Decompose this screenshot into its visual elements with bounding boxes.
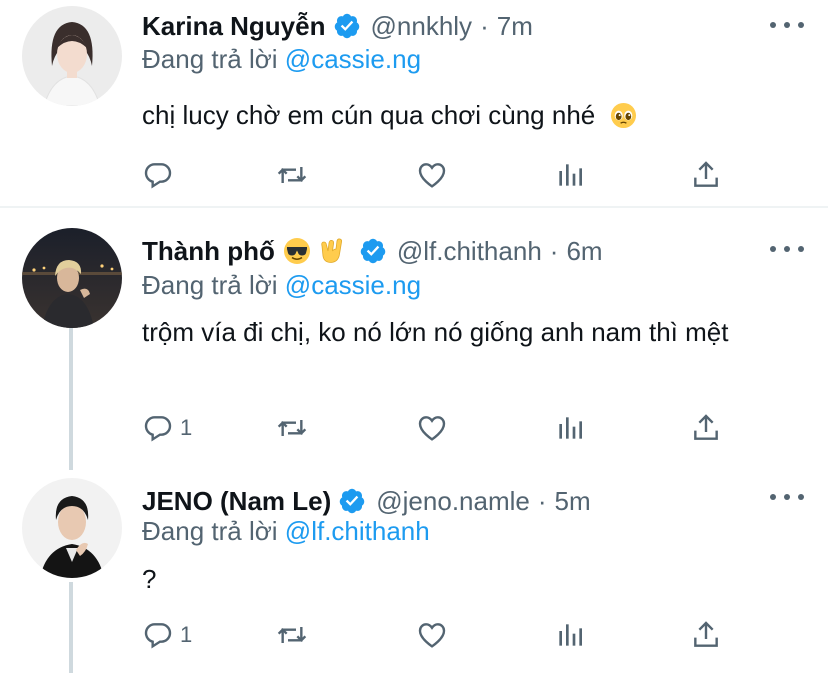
tweet-text: ? [142,564,157,594]
share-icon [694,161,718,187]
more-options-icon[interactable] [770,492,804,502]
reply-button[interactable] [142,157,174,193]
share-icon [694,621,718,647]
separator-dot: · [537,485,547,516]
like-icon [418,623,446,648]
tweet-karina[interactable]: Karina Nguyễn @nnkhly · 7m Đang trả lời … [0,0,828,205]
retweet-button[interactable] [276,157,308,193]
separator-dot: · [480,10,489,41]
reply-icon [144,163,172,189]
verified-badge-icon [340,488,365,514]
replying-to-label: Đang trả lời [142,44,278,74]
reply-count: 1 [180,415,193,440]
like-icon [418,416,446,441]
sunglasses-face-emoji [283,238,310,264]
replying-to: Đang trả lời @lf.chithanh [142,516,430,547]
tweet-text: trộm vía đi chị, ko nó lớn nó giống anh … [142,317,729,347]
analytics-button[interactable] [554,157,586,193]
replying-to-label: Đang trả lời [142,270,278,300]
divider [0,206,828,208]
mention-link[interactable]: @cassie.ng [285,44,421,74]
like-icon [418,163,446,188]
replying-to-label: Đang trả lời [142,516,278,546]
timestamp[interactable]: 5m [555,486,591,517]
verified-badge-icon [360,238,386,264]
tweet-text: chị lucy chờ em cún qua chơi cùng nhé [142,96,782,134]
reply-button[interactable]: 1 [142,617,192,653]
share-button[interactable] [690,410,722,446]
retweet-icon [277,420,307,436]
avatar[interactable] [22,6,122,106]
like-button[interactable] [416,157,448,193]
display-name[interactable]: Thành phố [142,236,275,267]
tweet-header: Karina Nguyễn @nnkhly · 7m [142,6,533,46]
mention-link[interactable]: @lf.chithanh [285,516,430,546]
reply-button[interactable]: 1 [142,410,192,446]
more-options-icon[interactable] [770,244,804,254]
analytics-icon [559,417,582,439]
retweet-icon [277,167,307,183]
timestamp[interactable]: 6m [566,236,602,267]
user-handle[interactable]: @jeno.namle [376,486,530,517]
tweet-actions: 1 [142,410,742,446]
tweet-jeno[interactable]: JENO (Nam Le) @jeno.namle · 5m Đang trả … [0,478,828,673]
tweet-header: JENO (Nam Le) @jeno.namle · 5m [142,481,591,521]
retweet-button[interactable] [276,617,308,653]
analytics-icon [559,164,582,186]
avatar[interactable] [22,228,122,328]
tweet-thanh-pho[interactable]: Thành phố @lf.chithanh · 6m Đang trả lời… [0,228,828,468]
rock-hand-emoji [321,238,342,263]
display-name[interactable]: Karina Nguyễn [142,11,326,42]
tweet-text-content: chị lucy chờ em cún qua chơi cùng nhé [142,100,596,130]
analytics-button[interactable] [554,410,586,446]
analytics-button[interactable] [554,617,586,653]
user-handle[interactable]: @nnkhly [371,11,473,42]
share-button[interactable] [690,617,722,653]
like-button[interactable] [416,410,448,446]
share-button[interactable] [690,157,722,193]
avatar[interactable] [22,478,122,578]
replying-to: Đang trả lời @cassie.ng [142,44,421,75]
display-name[interactable]: JENO (Nam Le) [142,486,331,517]
pleading-face-emoji [611,102,637,129]
tweet-actions [142,157,742,193]
reply-icon [144,623,172,649]
tweet-header: Thành phố @lf.chithanh · 6m [142,231,603,271]
replying-to: Đang trả lời @cassie.ng [142,270,421,301]
more-options-icon[interactable] [770,20,804,30]
retweet-button[interactable] [276,410,308,446]
verified-badge-icon [334,13,359,39]
like-button[interactable] [416,617,448,653]
user-handle[interactable]: @lf.chithanh [397,236,542,267]
separator-dot: · [549,235,559,266]
share-icon [694,414,718,440]
retweet-icon [277,627,307,643]
reply-icon [144,416,172,442]
analytics-icon [559,624,582,646]
mention-link[interactable]: @cassie.ng [285,270,421,300]
timestamp[interactable]: 7m [497,11,533,42]
reply-count: 1 [180,622,193,647]
tweet-actions: 1 [142,617,742,653]
